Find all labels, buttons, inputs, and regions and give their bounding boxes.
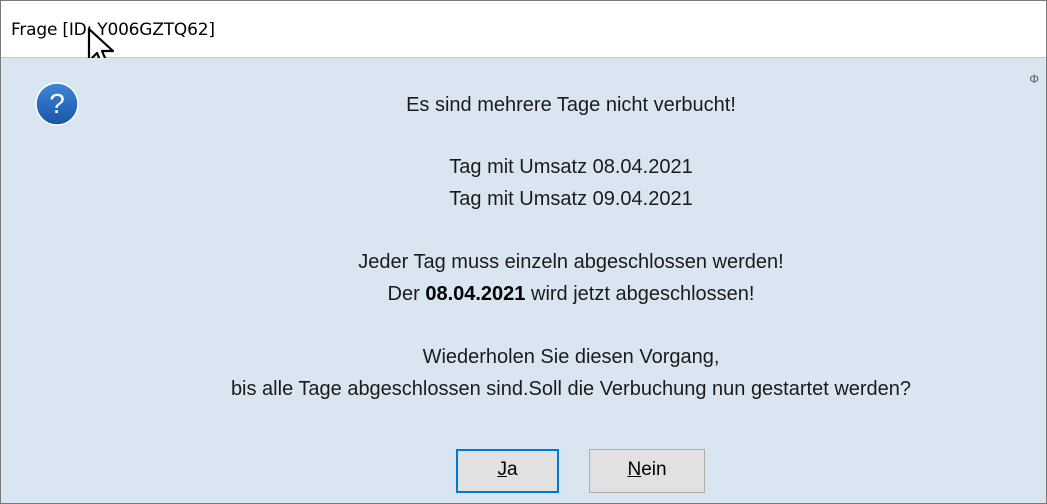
- message-line-5-date: 08.04.2021: [425, 283, 526, 305]
- svg-text:?: ?: [49, 88, 65, 119]
- no-button-mnemonic: N: [627, 459, 642, 480]
- message-line-4: Jeder Tag muss einzeln abgeschlossen wer…: [358, 251, 784, 273]
- message-line-5: Der 08.04.2021 wird jetzt abgeschlossen!: [101, 283, 1041, 306]
- dialog-body: ? Φ Es sind mehrere Tage nicht verbucht!…: [1, 58, 1046, 503]
- question-icon: ?: [35, 82, 79, 126]
- message-line-5-prefix: Der: [387, 283, 426, 305]
- message-line-1: Es sind mehrere Tage nicht verbucht!: [406, 94, 736, 116]
- no-button[interactable]: Nein: [589, 449, 705, 493]
- yes-button-label: a: [506, 459, 518, 480]
- yes-button[interactable]: Ja: [456, 449, 559, 493]
- no-button-label: ein: [641, 459, 667, 480]
- title-bar[interactable]: Frage [ID: Y006GZTQ62]: [1, 1, 1046, 69]
- corner-mark: Φ: [1029, 72, 1039, 86]
- message-line-3: Tag mit Umsatz 09.04.2021: [449, 188, 693, 210]
- message-line-5-suffix: wird jetzt abgeschlossen!: [525, 283, 755, 305]
- message-line-2: Tag mit Umsatz 08.04.2021: [449, 156, 693, 178]
- message-line-7: bis alle Tage abgeschlossen sind.Soll di…: [230, 378, 912, 400]
- message-line-6: Wiederholen Sie diesen Vorgang,: [422, 346, 720, 368]
- question-dialog: Frage [ID: Y006GZTQ62] ? Φ Es sind mehre…: [0, 0, 1047, 504]
- yes-button-mnemonic: J: [497, 459, 507, 480]
